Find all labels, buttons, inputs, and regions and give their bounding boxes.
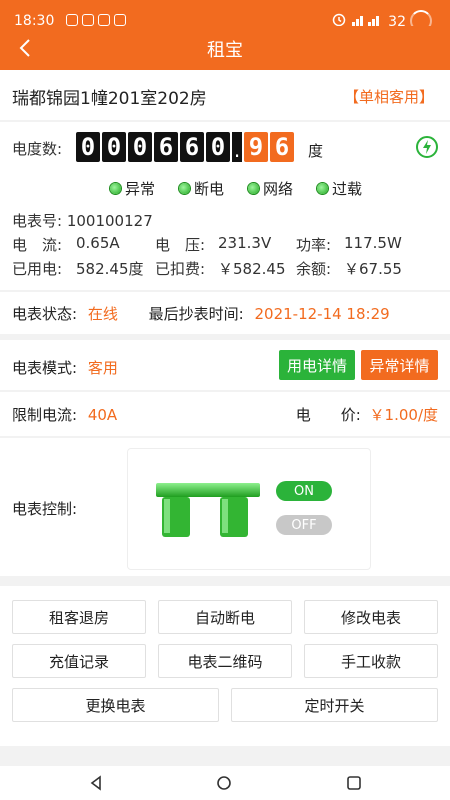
notification-icon (98, 14, 110, 26)
last-read-value: 2021-12-14 18:29 (254, 305, 390, 323)
tenant-checkout-button[interactable]: 租客退房 (12, 600, 146, 634)
mode-value: 客用 (87, 359, 118, 377)
edit-meter-button[interactable]: 修改电表 (304, 600, 438, 634)
notification-icons (66, 14, 126, 26)
notification-icon (82, 14, 94, 26)
meter-no-label: 电表号: (12, 212, 63, 230)
limit-row: 限制电流: 40A 电 价: ￥1.00/度 (0, 392, 450, 436)
meter-status-row: 电表状态: 在线 最后抄表时间: 2021-12-14 18:29 (0, 292, 450, 334)
timer-switch-button[interactable]: 定时开关 (231, 688, 438, 722)
reading-decimal-digit: 6 (270, 132, 294, 162)
status-label: 电表状态: (12, 305, 78, 323)
replace-meter-button[interactable]: 更换电表 (12, 688, 219, 722)
indicator-abnormal: 异常 (110, 178, 155, 199)
status-line: 电表状态: 在线 最后抄表时间: 2021-12-14 18:29 (12, 303, 390, 324)
meter-qrcode-button[interactable]: 电表二维码 (158, 644, 292, 678)
price-label: 电 价: (295, 406, 361, 424)
used-label: 已用电: (12, 260, 63, 278)
reading-digits: 0 0 0 6 6 0 . 9 6 (76, 132, 296, 162)
meter-no-value: 100100127 (66, 212, 153, 230)
deducted-value: ￥582.45 (218, 260, 286, 278)
status-value: 在线 (87, 305, 118, 323)
decimal-point: . (232, 132, 242, 162)
reading-digit: 0 (128, 132, 152, 162)
page-title: 租宝 (207, 40, 243, 61)
limit-value: 40A (87, 406, 118, 424)
meter-control-row: 电表控制: ON OFF (0, 438, 450, 576)
reading-digit: 6 (154, 132, 178, 162)
led-icon (110, 183, 121, 194)
current-label: 电 流: (12, 236, 63, 254)
breaker-switch-icon[interactable] (154, 479, 262, 539)
manual-payment-button[interactable]: 手工收款 (304, 644, 438, 678)
reading-digit: 0 (206, 132, 230, 162)
reading-digit: 6 (180, 132, 204, 162)
abnormal-detail-button[interactable]: 异常详情 (361, 350, 438, 380)
nav-recents-icon[interactable] (346, 775, 362, 795)
indicator-power-off: 断电 (179, 178, 224, 199)
mode-line: 电表模式: 客用 (12, 357, 118, 378)
breaker-switch-panel: ON OFF (127, 448, 371, 570)
led-icon (317, 183, 329, 194)
nav-home-icon[interactable] (216, 775, 232, 795)
reading-label: 电度数: (12, 140, 63, 158)
notification-icon (66, 14, 78, 26)
meter-number-row: 电表号: 100100127 (12, 210, 153, 231)
balance-label: 余额: (296, 260, 332, 278)
mode-label: 电表模式: (12, 359, 78, 377)
system-nav-bar (0, 766, 450, 800)
auto-cutoff-button[interactable]: 自动断电 (158, 600, 292, 634)
led-icon (248, 183, 260, 194)
led-icon (179, 183, 191, 194)
current-value: 0.65A (76, 234, 120, 252)
balance-value: ￥67.55 (344, 260, 402, 278)
reading-digit: 0 (102, 132, 126, 162)
indicator-overload: 过载 (317, 178, 362, 199)
deducted-label: 已扣费: (155, 260, 206, 278)
voltage-value: 231.3V (218, 234, 272, 252)
meter-type-badge: 【单相客用】 (343, 88, 434, 106)
on-button[interactable]: ON (276, 481, 332, 501)
status-indicators: 异常 断电 网络 过载 (110, 178, 362, 199)
meter-mode-row: 电表模式: 客用 用电详情 异常详情 (0, 340, 450, 390)
used-value: 582.45度 (76, 260, 144, 278)
meter-panel: 电度数: 0 0 0 6 6 0 . 9 6 度 异常 断电 网络 过载 电表号… (0, 122, 450, 290)
voltage-label: 电 压: (155, 236, 206, 254)
nav-back-icon[interactable] (88, 775, 104, 795)
notification-icon (114, 14, 126, 26)
reading-decimal-digit: 9 (244, 132, 268, 162)
price-line: 电 价: ￥1.00/度 (296, 404, 438, 425)
power-value: 117.5W (344, 234, 402, 252)
reading-unit: 度 (308, 142, 324, 160)
title-bar: 租宝 (0, 26, 450, 70)
on-off-toggle[interactable]: ON OFF (276, 481, 332, 549)
price-value: ￥1.00/度 (369, 406, 438, 424)
off-button[interactable]: OFF (276, 515, 332, 535)
recharge-records-button[interactable]: 充值记录 (12, 644, 146, 678)
limit-label: 限制电流: (12, 406, 78, 424)
usage-detail-button[interactable]: 用电详情 (279, 350, 355, 380)
limit-line: 限制电流: 40A (12, 404, 117, 425)
last-read-label: 最后抄表时间: (148, 305, 244, 323)
reading-digit: 0 (76, 132, 100, 162)
power-label: 功率: (296, 236, 332, 254)
indicator-network: 网络 (248, 178, 293, 199)
room-header: 瑞都锦园1幢201室202房 【单相客用】 (0, 70, 450, 120)
action-grid: 租客退房 自动断电 修改电表 充值记录 电表二维码 手工收款 更换电表 定时开关 (0, 586, 450, 746)
control-label: 电表控制: (12, 500, 78, 518)
lightning-icon[interactable] (416, 136, 438, 158)
room-name: 瑞都锦园1幢201室202房 (12, 89, 207, 109)
